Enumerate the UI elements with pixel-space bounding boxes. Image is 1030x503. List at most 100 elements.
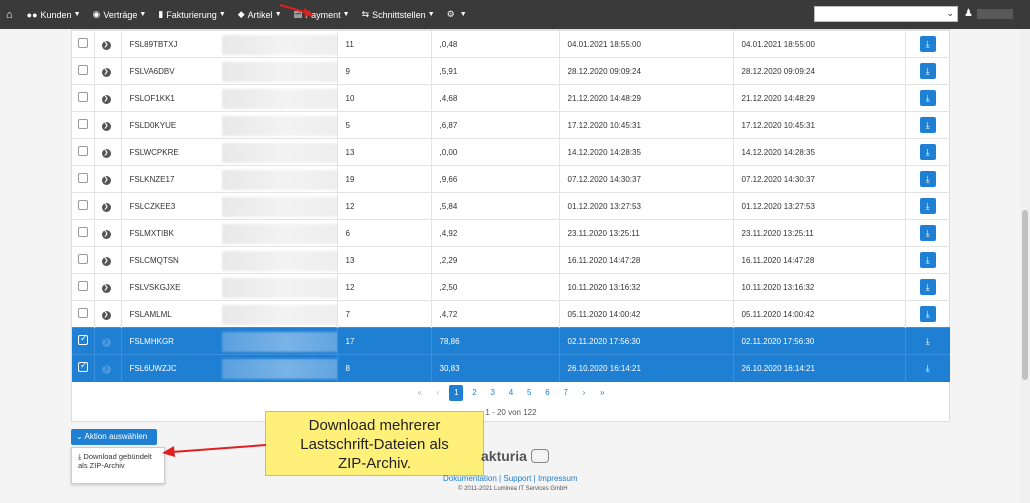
row-checkbox[interactable] <box>78 146 88 156</box>
row-checkbox[interactable] <box>78 281 88 291</box>
download-icon[interactable]: ⤓ <box>919 36 936 52</box>
expand-arrow-icon[interactable]: ❯ <box>101 229 111 239</box>
link-support[interactable]: Support <box>503 474 531 483</box>
expand-arrow-icon[interactable]: ❯ <box>101 337 111 347</box>
home-icon[interactable]: ⌂ <box>6 9 13 21</box>
table-row[interactable]: ❯ FSLD0KYUE 5 ,6,87 17.12.2020 10:45:31 17.12… <box>72 111 950 139</box>
nav-vertraege[interactable]: ◉ Verträge ▼ <box>93 9 147 20</box>
expand-arrow-icon[interactable]: ❯ <box>101 67 111 77</box>
created-date: 07.12.2020 14:30:37 <box>559 165 734 193</box>
caret-down-icon: ▼ <box>139 11 147 18</box>
download-icon[interactable]: ⤓ <box>919 279 936 295</box>
pager-page-3[interactable]: 3 <box>486 385 500 401</box>
created-date: 05.11.2020 14:00:42 <box>559 300 734 328</box>
pager-next[interactable]: › <box>577 385 591 401</box>
annotation-arrow-left <box>162 444 267 457</box>
download-icon[interactable]: ⤓ <box>919 225 936 241</box>
execution-date: 16.11.2020 14:47:28 <box>733 246 906 274</box>
row-checkbox[interactable] <box>78 65 88 75</box>
table-row[interactable]: ❯ FSLWCPKRE 13 ,0,00 14.12.2020 14:28:35 14.1… <box>72 138 950 166</box>
chevron-down-icon: ⌄ <box>946 8 954 18</box>
download-icon[interactable]: ⤓ <box>920 360 936 376</box>
expand-arrow-icon[interactable]: ❯ <box>101 364 111 374</box>
expand-arrow-icon[interactable]: ❯ <box>101 283 111 293</box>
pager-page-2[interactable]: 2 <box>468 385 482 401</box>
nav-artikel[interactable]: ◆ Artikel ▼ <box>238 9 282 20</box>
download-icon[interactable]: ⤓ <box>919 306 936 322</box>
eye-icon: ◉ <box>92 9 101 19</box>
table-row[interactable]: ❯ FSLAMLML 7 ,4,72 05.11.2020 14:00:42 05.11.… <box>72 300 950 328</box>
pager-page-7[interactable]: 7 <box>559 385 573 401</box>
amount: ,2,29 <box>439 255 458 265</box>
link-impressum[interactable]: Impressum <box>538 474 578 483</box>
pager-page-5[interactable]: 5 <box>522 385 536 401</box>
table-row[interactable]: ❯ FSL89TBTXJ 11 ,0,48 04.01.2021 18:55:00 04.… <box>72 30 950 58</box>
exchange-icon: ⇆ <box>361 9 370 19</box>
download-icon[interactable]: ⤓ <box>919 252 936 268</box>
row-checkbox[interactable] <box>78 333 88 345</box>
row-checkbox[interactable] <box>78 254 88 264</box>
account-select[interactable]: ⌄ <box>814 6 958 22</box>
link-dokumentation[interactable]: Dokumentation <box>443 474 497 483</box>
scrollbar-thumb[interactable] <box>1022 210 1028 380</box>
pager-page-1[interactable]: 1 <box>449 385 464 401</box>
pager-prev[interactable]: ‹ <box>431 385 445 401</box>
transaction-count: 12 <box>337 192 432 220</box>
table-row[interactable]: ❯ FSLMXTIBK 6 ,4,92 23.11.2020 13:25:11 23.11… <box>72 219 950 247</box>
row-checkbox[interactable] <box>78 200 88 210</box>
nav-settings[interactable]: ⚙ ▼ <box>447 9 467 20</box>
action-menu: ⤓ Download gebündelt als ZIP-Archiv <box>71 447 165 484</box>
sepa-files-table-panel: ❯ FSL89TBTXJ 11 ,0,48 04.01.2021 18:55:00 04.… <box>71 29 950 422</box>
row-checkbox[interactable] <box>78 92 88 102</box>
table-row[interactable]: ❯ FSLCMQTSN 13 ,2,29 16.11.2020 14:47:28 16.1… <box>72 246 950 274</box>
table-row[interactable]: ❯ FSLCZKEE3 12 ,5,84 01.12.2020 13:27:53 01.1… <box>72 192 950 220</box>
table-row[interactable]: ❯ FSLVSKGJXE 12 ,2,50 10.11.2020 13:16:32 10.… <box>72 273 950 301</box>
download-icon[interactable]: ⤓ <box>920 333 936 349</box>
amount: ,4,68 <box>439 93 458 103</box>
row-checkbox[interactable] <box>78 119 88 129</box>
row-checkbox[interactable] <box>78 360 88 373</box>
gear-icon: ⚙ <box>446 9 455 19</box>
nav-kunden[interactable]: ●● Kunden ▼ <box>27 10 81 20</box>
expand-arrow-icon[interactable]: ❯ <box>101 148 111 158</box>
table-row[interactable]: ❯ FSLMHKGR 17 78,86 02.11.2020 17:56:3002.11… <box>72 327 950 355</box>
row-checkbox[interactable] <box>78 38 88 48</box>
pager-page-6[interactable]: 6 <box>540 385 554 401</box>
download-icon[interactable]: ⤓ <box>919 171 936 187</box>
menu-item-download-zip[interactable]: ⤓ Download gebündelt als ZIP-Archiv <box>78 452 158 470</box>
amount: ,9,66 <box>439 174 458 184</box>
amount: ,6,87 <box>439 120 458 130</box>
nav-fakturierung[interactable]: ▮ Fakturierung ▼ <box>158 9 225 20</box>
table-row[interactable]: ❯ FSLVA6DBV 9 ,5,91 28.12.2020 09:09:24 28.12… <box>72 57 950 85</box>
action-select-button[interactable]: ⌄ Aktion auswählen <box>71 429 157 445</box>
row-checkbox[interactable] <box>78 173 88 183</box>
expand-arrow-icon[interactable]: ❯ <box>101 202 111 212</box>
pager-first[interactable]: « <box>413 385 427 401</box>
expand-arrow-icon[interactable]: ❯ <box>101 256 111 266</box>
expand-arrow-icon[interactable]: ❯ <box>101 40 111 50</box>
download-icon[interactable]: ⤓ <box>919 144 936 160</box>
table-row[interactable]: ❯ FSLOF1KK1 10 ,4,68 21.12.2020 14:48:29 21.1… <box>72 84 950 112</box>
transaction-count: 9 <box>337 57 432 85</box>
pager-last[interactable]: » <box>595 385 609 401</box>
table-row[interactable]: ❯ FSL6UWZJC 8 30,83 26.10.2020 16:14:2126.10… <box>72 354 950 382</box>
download-icon[interactable]: ⤓ <box>919 117 936 133</box>
file-id: FSLMHKGR <box>129 336 174 346</box>
redacted-area <box>221 116 336 136</box>
row-checkbox[interactable] <box>78 308 88 318</box>
download-icon[interactable]: ⤓ <box>919 90 936 106</box>
table-row[interactable]: ❯ FSLKNZE17 19 ,9,66 07.12.2020 14:30:37 07.1… <box>72 165 950 193</box>
download-icon[interactable]: ⤓ <box>919 198 936 214</box>
pager-page-4[interactable]: 4 <box>504 385 518 401</box>
user-menu[interactable]: ♟ <box>964 8 1013 19</box>
file-id: FSLCZKEE3 <box>129 201 176 211</box>
expand-arrow-icon[interactable]: ❯ <box>101 121 111 131</box>
amount: ,5,84 <box>439 201 458 211</box>
row-checkbox[interactable] <box>78 227 88 237</box>
expand-arrow-icon[interactable]: ❯ <box>101 310 111 320</box>
download-icon[interactable]: ⤓ <box>919 63 936 79</box>
expand-arrow-icon[interactable]: ❯ <box>101 175 111 185</box>
nav-schnittstellen[interactable]: ⇆ Schnittstellen ▼ <box>362 9 435 20</box>
expand-arrow-icon[interactable]: ❯ <box>101 94 111 104</box>
download-icon: ⤓ <box>78 452 82 461</box>
